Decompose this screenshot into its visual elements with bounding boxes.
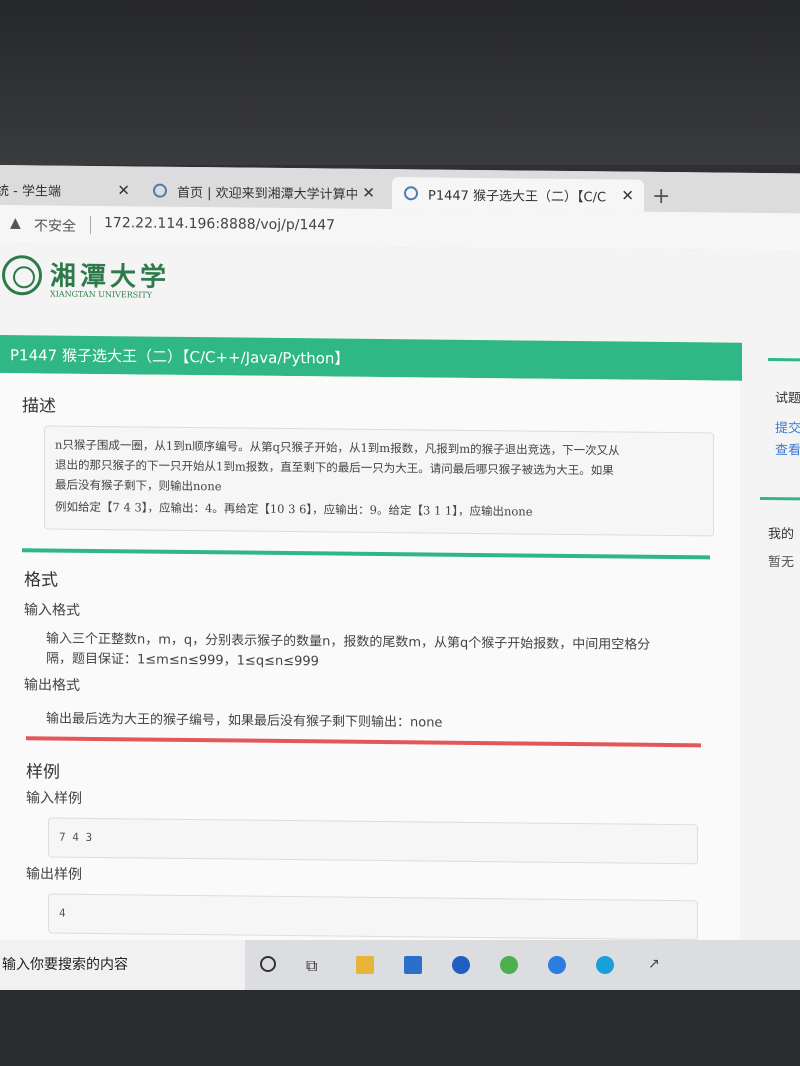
sidebar-link-view[interactable]: 查看 [775,439,800,458]
section-divider-red [26,736,701,748]
tab-problem-1447[interactable]: P1447 猴子选大王（二）【C/C ✕ [392,177,644,212]
taskbar-search-placeholder[interactable]: 输入你要搜索的内容 [2,954,128,974]
close-icon[interactable]: ✕ [117,181,130,199]
input-format-heading: 输入格式 [24,602,80,619]
browser-ie-blue-icon[interactable] [548,956,566,974]
photo-background-top [0,0,800,165]
tab-title: P1447 猴子选大王（二）【C/C [428,187,607,205]
close-icon[interactable]: ✕ [362,184,375,202]
description-line: n只猴子围成一圈，从1到n顺序编号。从第q只猴子开始，从1到m报数，凡报到m的猴… [55,437,620,458]
monitor-screen: 统 - 学生端 ✕ 首页 | 欢迎来到湘潭大学计算中 ✕ P1447 猴子选大王… [0,165,800,1004]
sidebar-divider [760,496,800,501]
windows-taskbar: 输入你要搜索的内容 ⧉ ↗ [0,940,800,990]
photo-background-bottom [0,990,800,1066]
edge-icon[interactable] [596,956,614,974]
output-sample-heading: 输出样例 [26,866,82,883]
university-logo-icon[interactable] [2,255,42,296]
description-line: 退出的那只猴子的下一只开始从1到m报数，直至剩下的最后一只为大王。请问最后哪只猴… [55,457,614,478]
sidebar-heading-mine: 我的 [768,527,795,543]
input-sample-box: 7 4 3 [48,817,698,865]
sidebar-empty-text: 暂无 [768,555,795,571]
address-divider [90,215,91,234]
samples-heading: 样例 [26,762,60,783]
browser-ie-green-icon[interactable] [500,956,518,974]
output-format-heading: 输出格式 [24,677,80,694]
app-l-icon[interactable] [452,956,470,974]
description-line: 最后没有猴子剩下，则输出none [55,477,222,494]
page-content: 湘潭大学 XIANGTAN UNIVERSITY P1447 猴子选大王（二）【… [0,243,800,1004]
site-favicon-icon [153,183,167,198]
description-box: n只猴子围成一圈，从1到n顺序编号。从第q只猴子开始，从1到m报数，凡报到m的猴… [44,425,714,537]
tab-title: 统 - 学生端 [0,183,61,200]
input-format-text: 隔，题目保证：1≤m≤n≤999，1≤q≤n≤999 [46,651,319,670]
close-icon[interactable]: ✕ [621,187,634,205]
section-divider-green [22,548,710,560]
problem-main-panel: 描述 n只猴子围成一圈，从1到n顺序编号。从第q只猴子开始，从1到m报数，凡报到… [0,373,740,1004]
file-explorer-icon[interactable] [356,956,374,974]
site-favicon-icon [404,186,418,201]
format-heading: 格式 [24,570,58,591]
tab-student-portal[interactable]: 统 - 学生端 ✕ [0,173,140,206]
output-format-text: 输出最后选为大王的猴子编号，如果最后没有猴子剩下则输出：none [46,711,443,731]
warning-icon[interactable]: ▲ [10,215,21,231]
taskbar-search-box[interactable]: 输入你要搜索的内容 [0,940,245,990]
problem-title: P1447 猴子选大王（二）【C/C++/Java/Python】 [10,346,350,368]
description-line: 例如给定【7 4 3】，应输出：4。再给定【10 3 6】，应输出：9。给定【3… [55,499,533,519]
tab-title: 首页 | 欢迎来到湘潭大学计算中 [177,185,357,203]
university-name-en: XIANGTAN UNIVERSITY [50,289,153,300]
tab-homepage[interactable]: 首页 | 欢迎来到湘潭大学计算中 ✕ [145,175,385,210]
pin-icon[interactable]: ↗ [648,956,666,974]
url-text[interactable]: 172.22.114.196:8888/voj/p/1447 [104,215,335,233]
sidebar-heading-problem: 试题 [775,391,800,407]
sidebar-divider [768,358,800,362]
input-sample-heading: 输入样例 [26,790,82,807]
cortana-icon[interactable] [260,956,276,972]
sidebar-link-submit[interactable]: 提交 [775,417,800,436]
input-sample-value: 7 4 3 [59,830,93,844]
description-heading: 描述 [22,396,56,417]
task-view-icon[interactable]: ⧉ [306,956,324,975]
mail-icon[interactable] [404,956,422,974]
output-sample-value: 4 [59,906,66,920]
new-tab-icon[interactable]: + [652,184,670,209]
university-name-cn[interactable]: 湘潭大学 [50,256,170,294]
security-status[interactable]: 不安全 [34,215,76,235]
output-sample-box: 4 [48,893,698,941]
